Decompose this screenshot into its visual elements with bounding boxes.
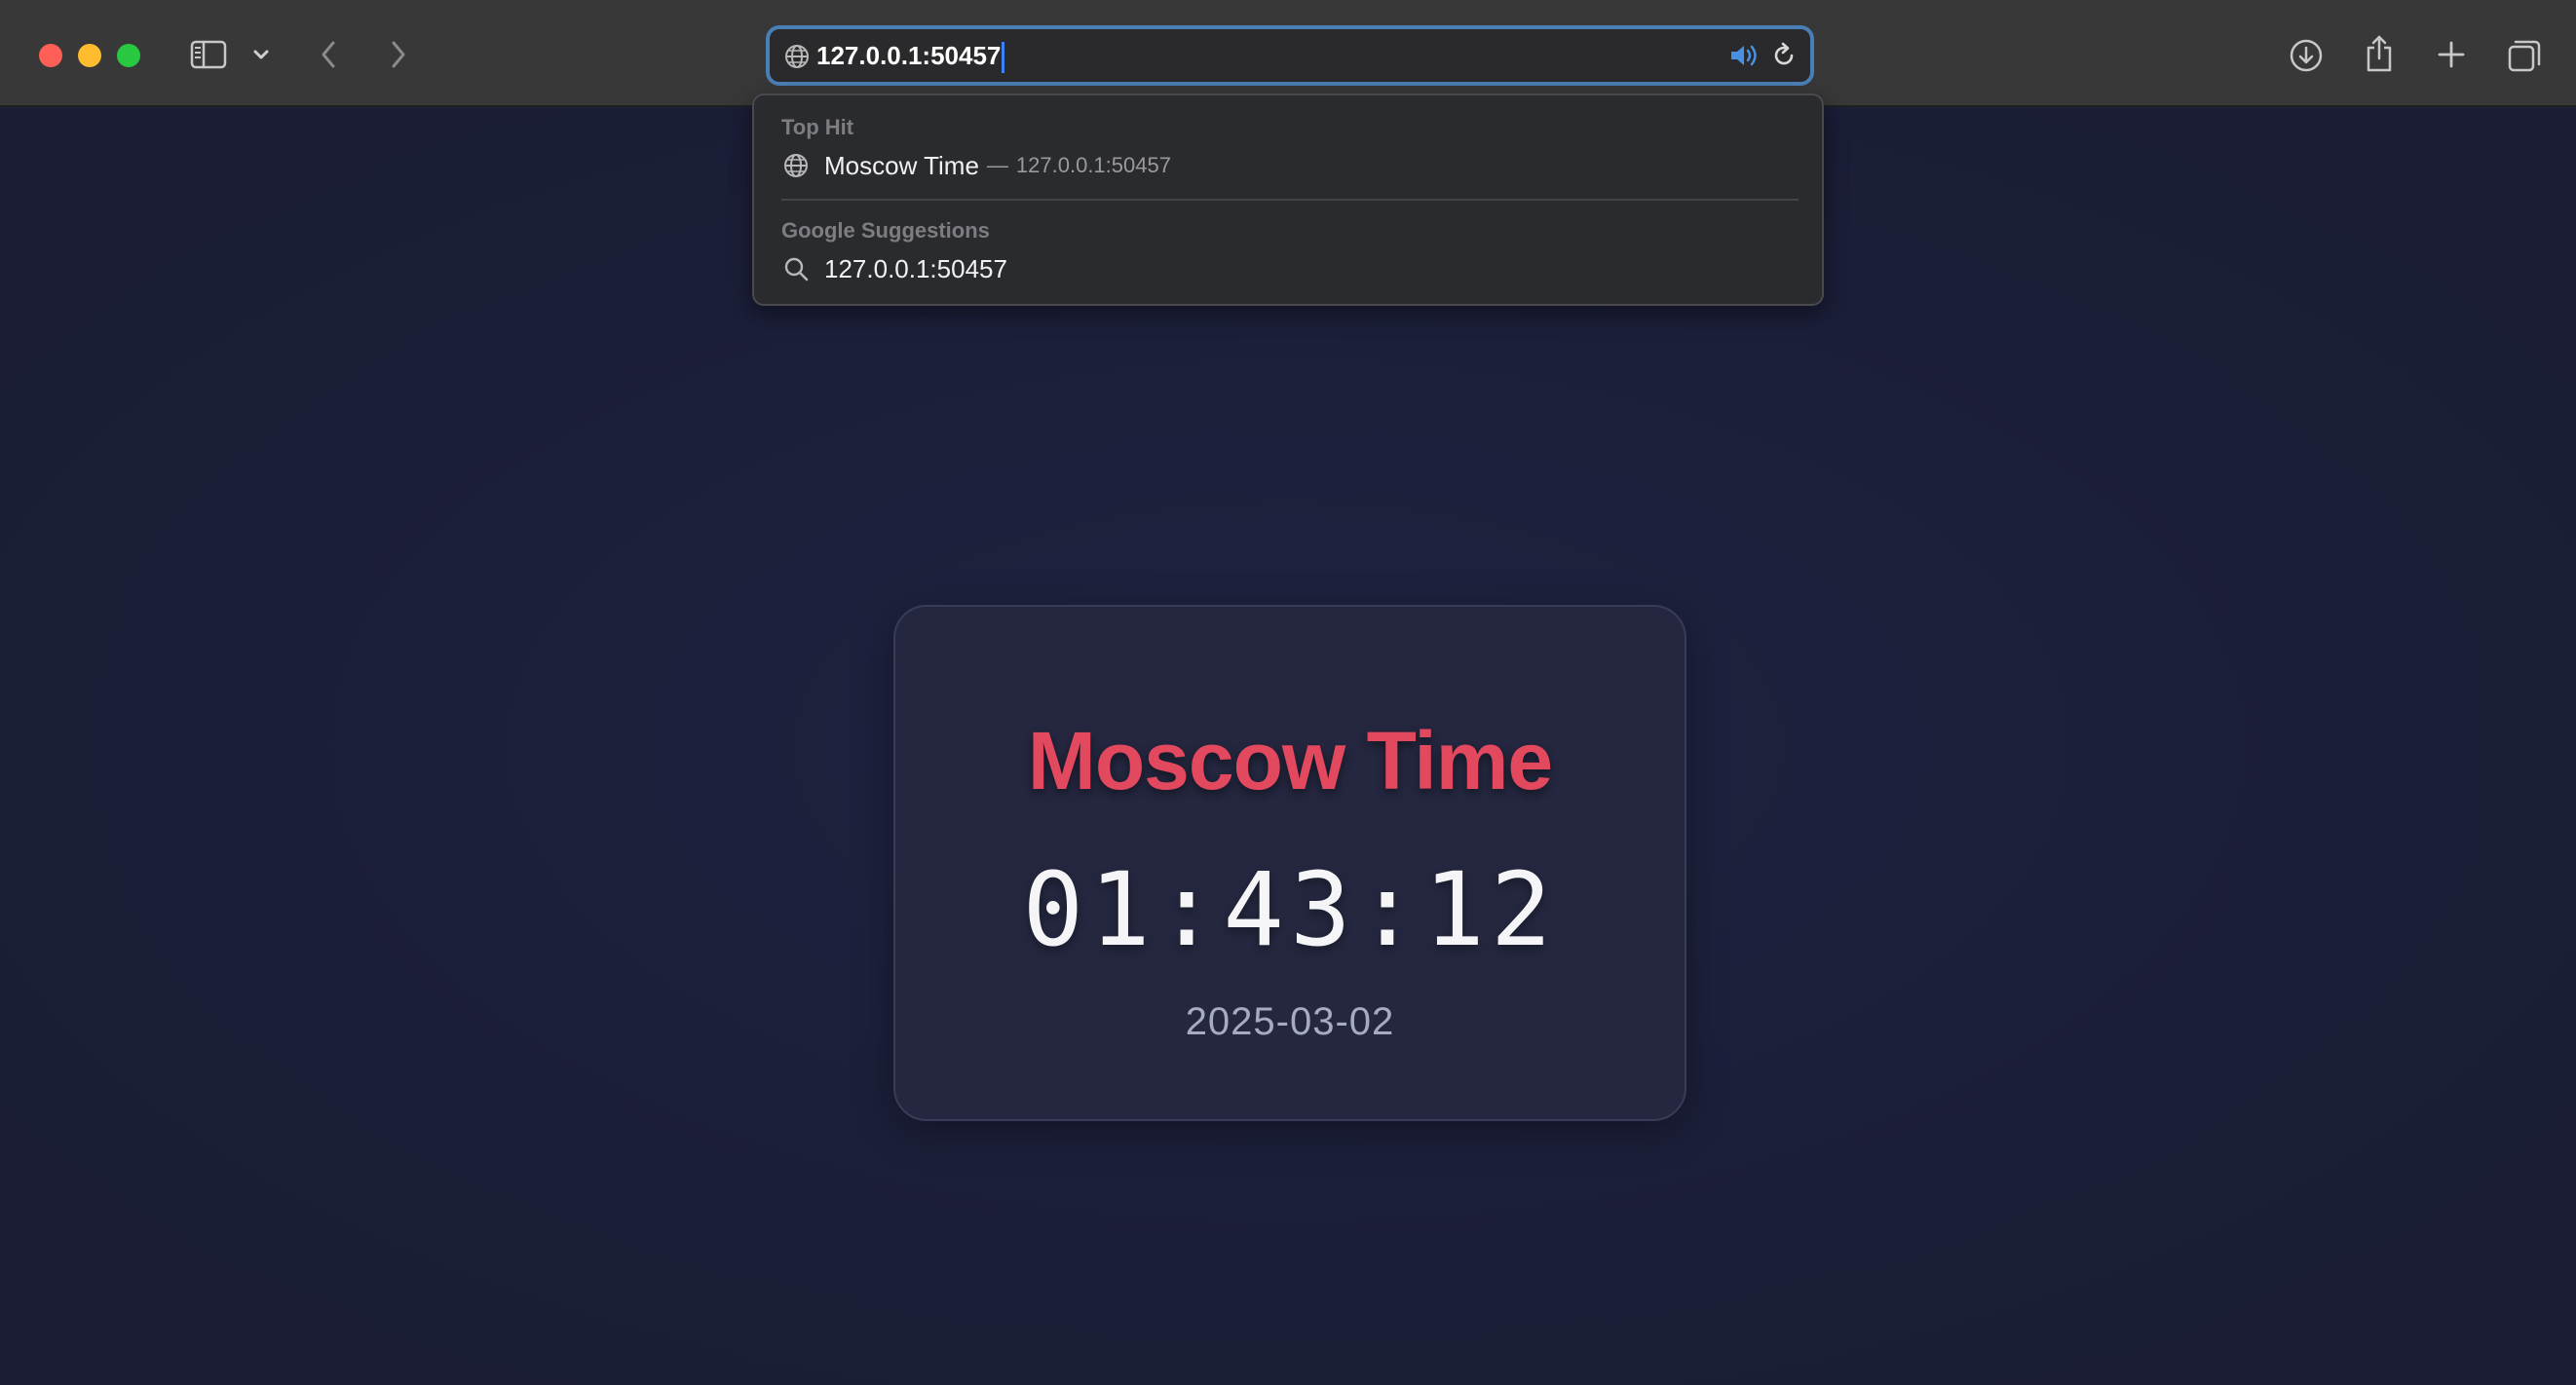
chevron-right-icon[interactable] (384, 37, 413, 72)
chevron-left-icon[interactable] (314, 37, 343, 72)
top-hit-separator: — (986, 153, 1008, 177)
speaker-icon[interactable] (1728, 42, 1760, 74)
clock-time: 01:43:12 (1022, 850, 1558, 969)
page-title: Moscow Time (1027, 715, 1553, 806)
globe-icon (783, 43, 811, 75)
minimize-window-button[interactable] (78, 44, 101, 67)
top-hit-item[interactable]: Moscow Time — 127.0.0.1:50457 (781, 146, 1171, 185)
tabs-icon[interactable] (2506, 37, 2543, 74)
dropdown-divider (781, 199, 1799, 201)
clock-date: 2025-03-02 (1185, 1000, 1395, 1043)
download-icon[interactable] (2288, 37, 2325, 74)
plus-icon[interactable] (2434, 37, 2469, 72)
search-icon (781, 254, 811, 283)
suggestions-dropdown: Top Hit Moscow Time — 127.0.0.1:50457 Go… (752, 94, 1824, 306)
text-caret (1002, 42, 1005, 74)
globe-icon (781, 151, 811, 180)
share-icon[interactable] (2362, 33, 2397, 74)
url-input[interactable]: 127.0.0.1:50457 (816, 39, 1005, 74)
url-text: 127.0.0.1:50457 (816, 41, 1002, 70)
zoom-window-button[interactable] (117, 44, 140, 67)
top-hit-url: 127.0.0.1:50457 (1015, 153, 1171, 177)
top-hit-heading: Top Hit (781, 115, 854, 139)
sidebar-icon[interactable] (189, 37, 228, 72)
reload-icon[interactable] (1769, 41, 1799, 75)
chevron-down-icon[interactable] (249, 43, 273, 66)
top-hit-title: Moscow Time (824, 150, 979, 180)
address-bar[interactable]: 127.0.0.1:50457 (766, 25, 1814, 86)
close-window-button[interactable] (39, 44, 62, 67)
google-suggestions-heading: Google Suggestions (781, 218, 990, 243)
google-suggestion-text: 127.0.0.1:50457 (824, 253, 1007, 283)
browser-toolbar: 127.0.0.1:50457 (0, 0, 2576, 107)
clock-card: Moscow Time 01:43:12 2025-03-02 (893, 605, 1686, 1121)
google-suggestion-item[interactable]: 127.0.0.1:50457 (781, 249, 1007, 288)
